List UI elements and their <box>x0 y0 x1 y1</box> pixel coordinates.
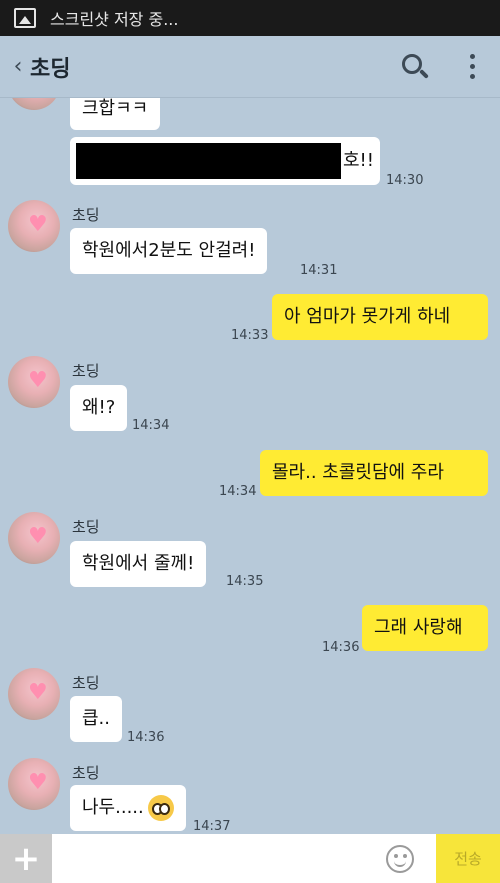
chat-title: 초딩 <box>30 56 71 82</box>
image-icon <box>14 8 36 28</box>
redaction-bar <box>76 143 341 179</box>
status-text: 스크린샷 저장 중... <box>50 10 179 29</box>
message-text: 나두..... <box>82 797 144 818</box>
message-text: 학원에서2분도 안걸려! <box>82 240 256 261</box>
sent-message: 아 엄마가 못가게 하네 <box>272 294 488 340</box>
received-message: 학원에서2분도 안걸려! <box>70 228 268 274</box>
message-time: 14:33 <box>231 328 269 343</box>
message-time: 14:31 <box>300 263 338 278</box>
message-time: 14:35 <box>226 574 264 589</box>
avatar[interactable] <box>8 98 60 110</box>
received-message: 큽.. <box>70 696 123 742</box>
received-message: 학원에서 줄께! <box>70 541 207 587</box>
received-message: 왜!? <box>70 385 128 431</box>
message-text: 왜!? <box>82 397 116 418</box>
message-time: 14:37 <box>193 819 231 834</box>
message-input[interactable] <box>52 834 386 883</box>
message-input-bar: + 전송 <box>0 834 500 883</box>
avatar[interactable] <box>8 758 60 810</box>
message-time: 14:36 <box>322 640 360 655</box>
more-options-icon[interactable] <box>462 54 482 79</box>
message-text: 그래 사랑해 <box>374 617 463 638</box>
sent-message: 몰라.. 초콜릿담에 주라 <box>260 450 488 496</box>
sender-name: 초딩 <box>72 206 100 224</box>
message-text: 호!! <box>343 150 374 171</box>
received-message: 호!! <box>70 137 380 185</box>
sender-name: 초딩 <box>72 764 100 782</box>
message-text: 크합ㅋㅋ <box>82 98 149 119</box>
sent-message: 그래 사랑해 <box>362 605 488 651</box>
send-button[interactable]: 전송 <box>436 834 500 883</box>
message-time: 14:34 <box>219 484 257 499</box>
chat-area[interactable]: 크합ㅋㅋ 호!! 14:30 초딩 학원에서2분도 안걸려! 14:31 14:… <box>0 98 500 834</box>
avatar[interactable] <box>8 668 60 720</box>
search-icon[interactable] <box>402 53 429 80</box>
message-time: 14:34 <box>132 418 170 433</box>
received-message: 나두..... <box>70 785 186 831</box>
message-text: 몰라.. 초콜릿담에 주라 <box>272 462 444 483</box>
message-time: 14:36 <box>127 730 165 745</box>
emoticon-icon[interactable] <box>386 844 414 873</box>
sender-name: 초딩 <box>72 362 100 380</box>
attach-plus-button[interactable]: + <box>0 834 52 883</box>
chat-header: ‹ 초딩 <box>0 36 500 98</box>
message-text: 큽.. <box>82 708 111 729</box>
sender-name: 초딩 <box>72 674 100 692</box>
message-time: 14:30 <box>386 173 424 188</box>
sender-name: 초딩 <box>72 518 100 536</box>
received-message: 크합ㅋㅋ <box>70 98 161 130</box>
message-text: 아 엄마가 못가게 하네 <box>284 306 451 327</box>
back-button[interactable]: ‹ <box>0 54 30 79</box>
avatar[interactable] <box>8 200 60 252</box>
message-text: 학원에서 줄께! <box>82 553 195 574</box>
avatar[interactable] <box>8 512 60 564</box>
flushed-face-emoji-icon <box>147 795 174 821</box>
status-bar: 스크린샷 저장 중... <box>0 0 500 36</box>
avatar[interactable] <box>8 356 60 408</box>
